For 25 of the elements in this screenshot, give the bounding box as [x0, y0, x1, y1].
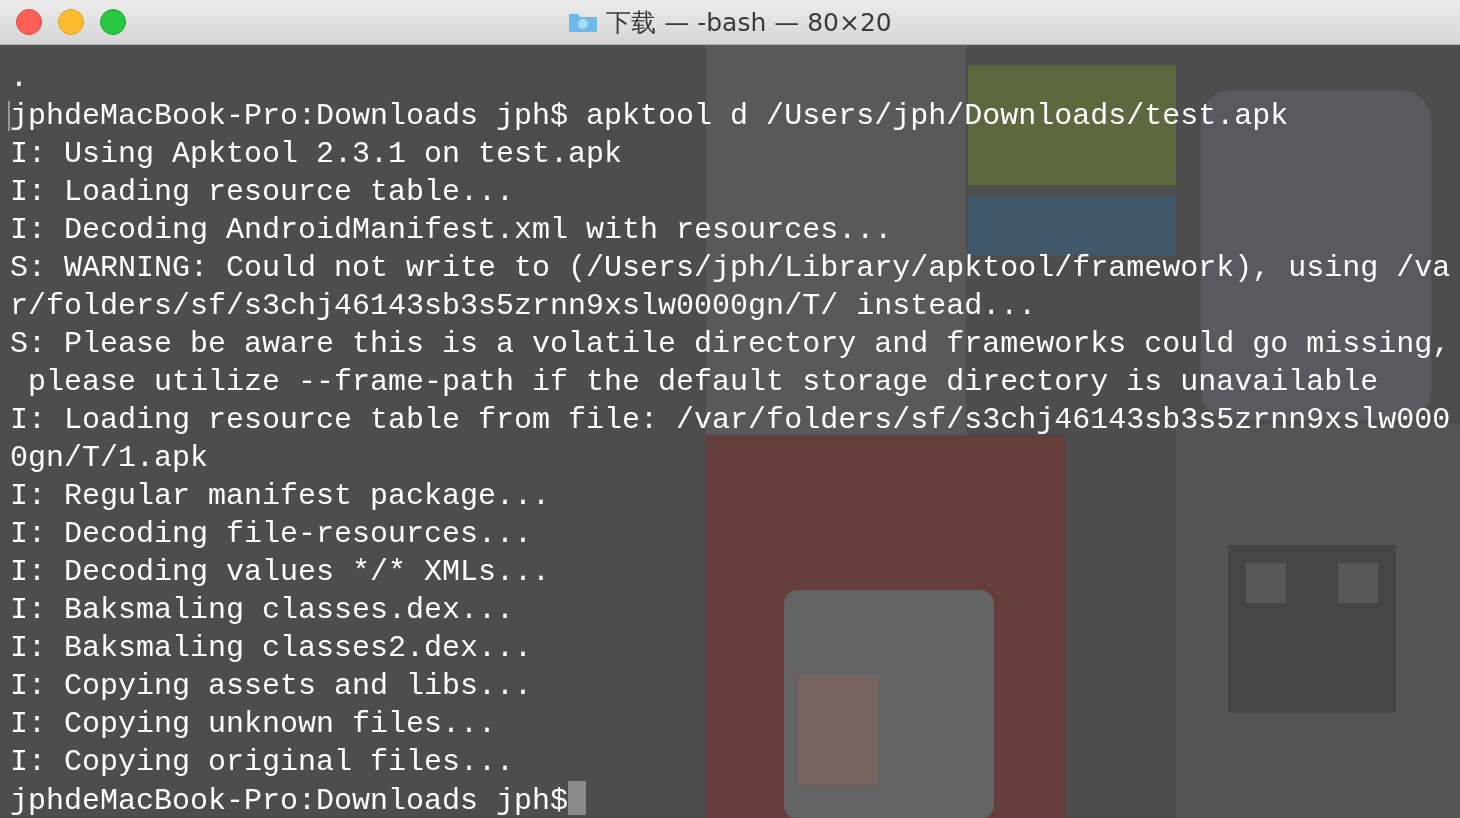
terminal-line: I: Copying assets and libs... [10, 668, 533, 705]
terminal-line: I: Loading resource table from file: /var/folders/sf/s3chj46143sb3s5zrnn9xslw000 [10, 402, 1451, 439]
terminal-line: jphdeMacBook-Pro:Downloads jph$ apktool d /Users/jph/Downloads/test.apk [10, 97, 1289, 135]
terminal-line: I: Decoding AndroidManifest.xml with resources... [10, 212, 893, 249]
terminal-line: I: Loading resource table... [10, 174, 515, 211]
terminal-line: S: WARNING: Could not write to (/Users/jph/Library/apktool/framework), using /va [10, 250, 1451, 287]
terminal-line: I: Copying original files... [10, 744, 515, 781]
terminal-line: I: Baksmaling classes2.dex... [10, 630, 533, 667]
zoom-button[interactable] [100, 9, 126, 35]
terminal-line: I: Using Apktool 2.3.1 on test.apk [10, 136, 623, 173]
terminal-line: I: Regular manifest package... [10, 478, 551, 515]
terminal-line: S: Please be aware this is a volatile directory and frameworks could go missing, [10, 326, 1451, 363]
folder-icon [568, 11, 599, 33]
terminal-line: . [10, 60, 28, 97]
terminal-line: please utilize --frame-path if the default storage directory is unavailable [27, 364, 1379, 401]
terminal-line: I: Decoding file-resources... [10, 516, 533, 553]
window-title: 下载 — -bash — 80×20 [606, 6, 892, 39]
minimize-button[interactable] [58, 9, 84, 35]
terminal-line: I: Decoding values */* XMLs... [10, 554, 551, 591]
terminal-line: I: Baksmaling classes.dex... [10, 592, 515, 629]
shell-prompt: jphdeMacBook-Pro:Downloads jph$ [10, 784, 569, 818]
terminal-line: I: Copying unknown files... [10, 706, 497, 743]
terminal-line: r/folders/sf/s3chj46143sb3s5zrnn9xslw0000gn/T/ instead... [10, 288, 1037, 325]
terminal-line: 0gn/T/1.apk [10, 440, 209, 477]
close-button[interactable] [16, 9, 42, 35]
